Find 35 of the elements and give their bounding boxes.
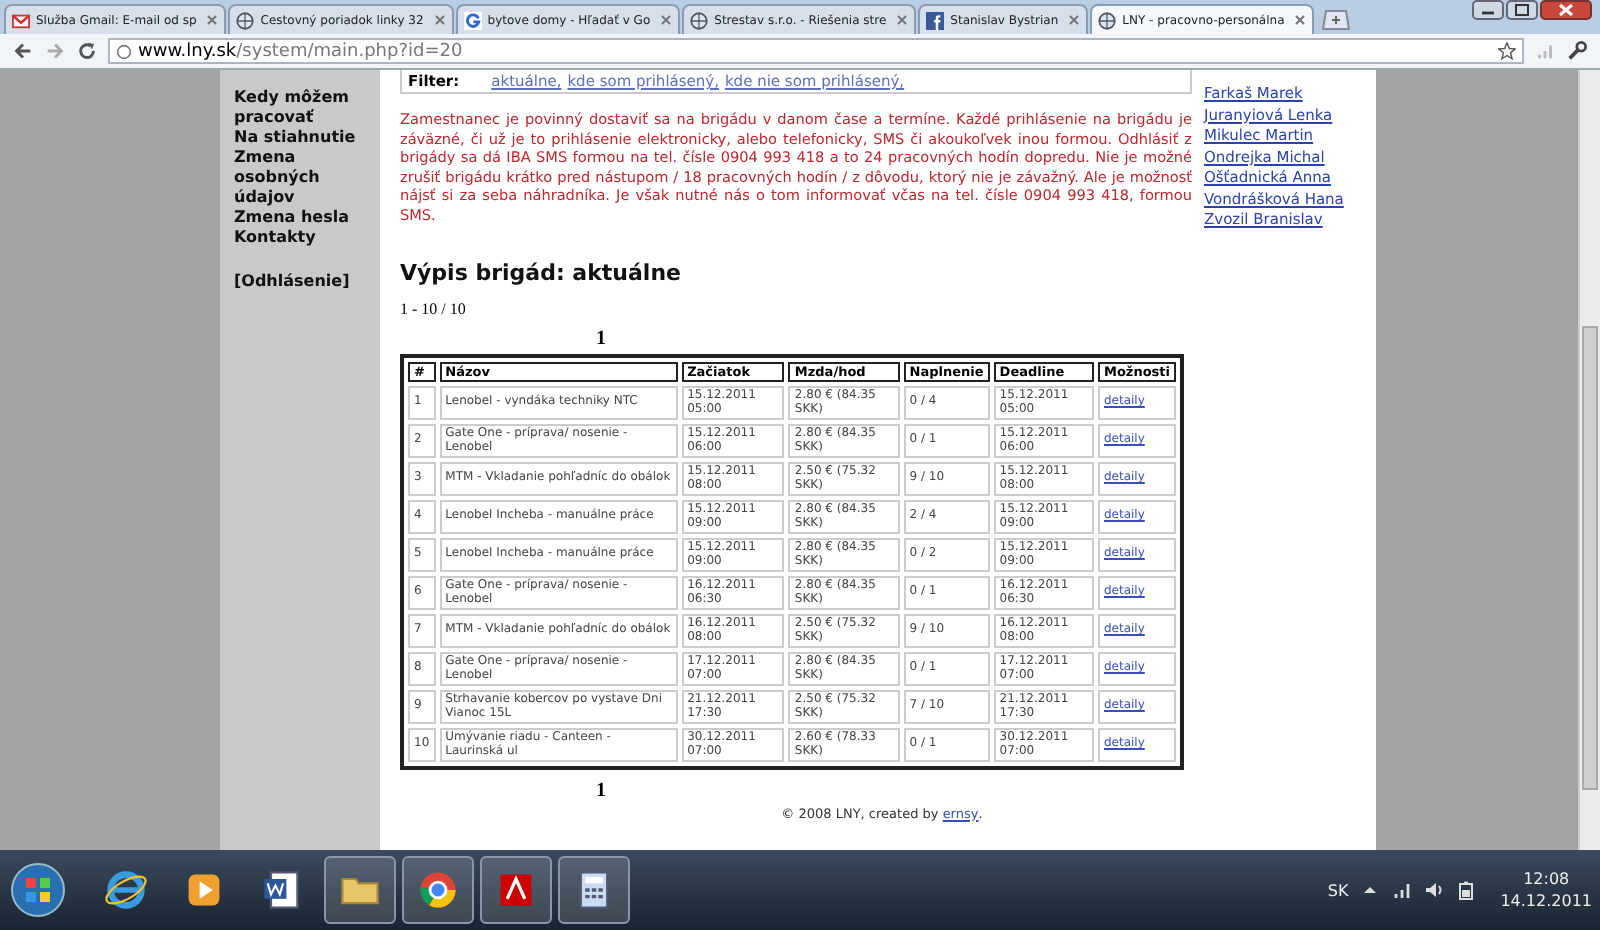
letter-e-icon (104, 868, 148, 912)
scrollbar[interactable] (1578, 70, 1600, 850)
logout-link[interactable]: [Odhlásenie] (234, 272, 372, 292)
google-icon (463, 11, 482, 29)
back-icon[interactable] (12, 40, 34, 62)
address-field[interactable]: www.lny.sk/system/main.php?id=20 (108, 38, 1524, 64)
star-icon[interactable] (1498, 42, 1516, 60)
result-range: 1 - 10 / 10 (400, 299, 468, 317)
minimize-icon[interactable] (1472, 0, 1504, 20)
taskbar-app[interactable] (480, 856, 552, 924)
page-heading: Výpis brigád: aktuálne (400, 259, 683, 285)
close-icon[interactable] (1294, 14, 1307, 26)
facebook-icon (926, 11, 945, 29)
signal-bars-icon[interactable] (1392, 880, 1413, 900)
start-button[interactable] (8, 860, 68, 920)
sidebar-link[interactable]: Zmena hesla (234, 208, 372, 228)
envelope-icon (12, 11, 30, 29)
battery-icon[interactable] (1456, 880, 1477, 900)
close-icon[interactable] (1540, 0, 1592, 20)
browser-icon (416, 868, 460, 912)
new-tab-button[interactable] (1322, 10, 1351, 30)
sidebar-link[interactable]: Kedy môžem pracovať (234, 88, 372, 128)
sidebar-link[interactable]: Kontakty (234, 228, 372, 248)
sidebar-link[interactable]: Zmena osobných údajov (234, 148, 372, 208)
taskbar-app[interactable] (558, 856, 630, 924)
clock[interactable]: 12:08 14.12.2011 (1500, 868, 1592, 912)
page-number[interactable]: 1 (596, 327, 606, 349)
reload-icon[interactable] (76, 40, 98, 62)
maximize-icon[interactable] (1506, 0, 1538, 20)
taskbar-app[interactable] (402, 856, 474, 924)
language-indicator[interactable]: SK (1327, 881, 1349, 899)
speaker-icon[interactable] (1424, 880, 1445, 900)
sidebar-link[interactable]: Na stiahnutie (234, 128, 372, 148)
page-number[interactable]: 1 (596, 779, 606, 801)
signal-bars-icon (1534, 40, 1556, 62)
